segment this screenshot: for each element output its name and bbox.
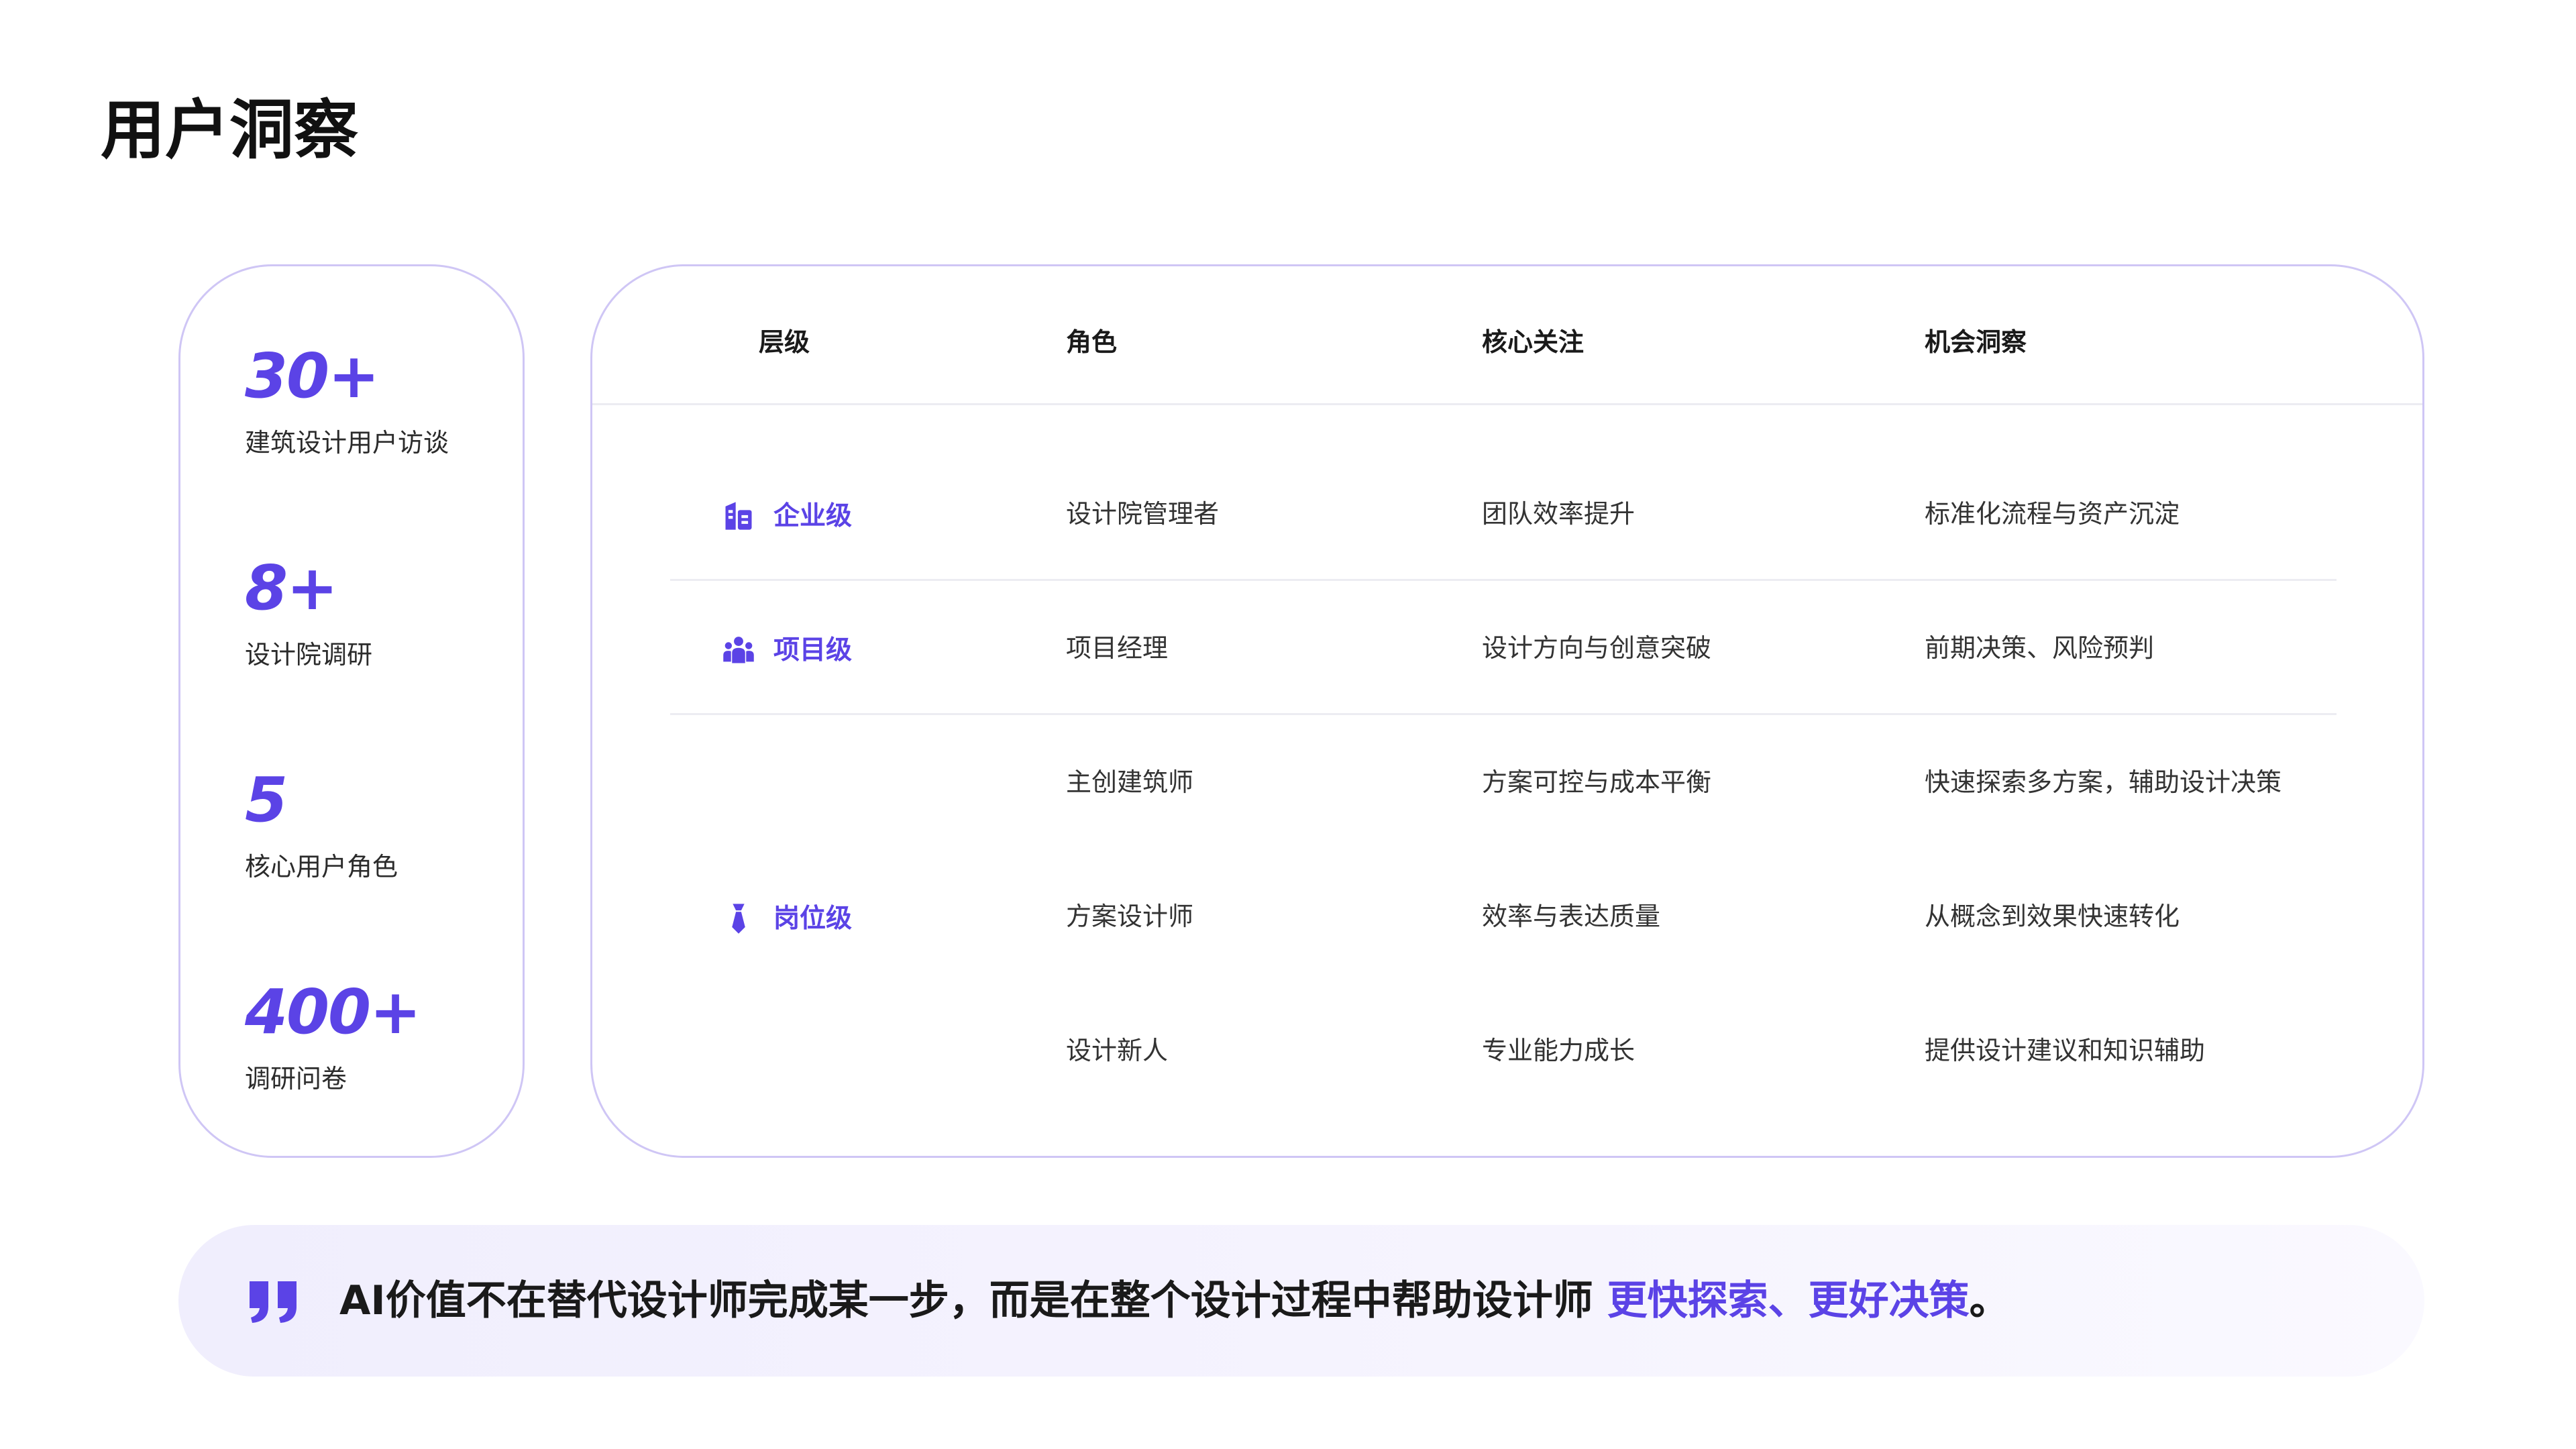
quote-text: AI价值不在替代设计师完成某一步，而是在整个设计过程中帮助设计师 更快探索、更好… bbox=[339, 1281, 2010, 1321]
stats-card: 30+ 建筑设计用户访谈 8+ 设计院调研 5 核心用户角色 400+ 调研问卷 bbox=[178, 264, 525, 1158]
building-icon bbox=[725, 502, 752, 530]
quote-body: AI价值不在替代设计师完成某一步，而是在整个设计过程中帮助设计师 bbox=[339, 1277, 1607, 1324]
team-icon bbox=[723, 637, 754, 663]
cell-focus: 专业能力成长 bbox=[1482, 1036, 1635, 1065]
stat-value: 5 bbox=[245, 764, 288, 836]
cell-role: 设计院管理者 bbox=[1066, 499, 1220, 529]
cell-insight: 从概念到效果快速转化 bbox=[1925, 902, 2180, 931]
cell-insight: 标准化流程与资产沉淀 bbox=[1925, 499, 2180, 529]
stat-roles: 5 核心用户角色 bbox=[245, 764, 398, 881]
cell-focus: 设计方向与创意突破 bbox=[1482, 633, 1712, 663]
level-label: 岗位级 bbox=[773, 903, 853, 934]
insight-table: 层级 角色 核心关注 机会洞察 企业级 项目级 岗位级 设计院管理者 团队效率提… bbox=[590, 264, 2424, 1158]
cell-focus: 方案可控与成本平衡 bbox=[1482, 767, 1712, 797]
stat-label: 调研问卷 bbox=[245, 1064, 347, 1093]
stat-institutes: 8+ 设计院调研 bbox=[245, 552, 373, 669]
cell-role: 方案设计师 bbox=[1066, 902, 1194, 931]
cell-insight: 快速探索多方案，辅助设计决策 bbox=[1925, 767, 2282, 797]
cell-insight: 提供设计建议和知识辅助 bbox=[1925, 1036, 2206, 1065]
cell-role: 设计新人 bbox=[1066, 1036, 1169, 1065]
level-project: 项目级 bbox=[721, 633, 852, 667]
header-insight: 机会洞察 bbox=[1925, 327, 2027, 357]
header-focus: 核心关注 bbox=[1482, 327, 1585, 357]
quote-banner: AI价值不在替代设计师完成某一步，而是在整个设计过程中帮助设计师 更快探索、更好… bbox=[178, 1225, 2424, 1377]
page-title: 用户洞察 bbox=[101, 93, 358, 168]
tie-icon bbox=[732, 904, 745, 934]
cell-focus: 效率与表达质量 bbox=[1482, 902, 1661, 931]
row-divider bbox=[670, 579, 2337, 581]
stat-interviews: 30+ 建筑设计用户访谈 bbox=[245, 340, 449, 458]
level-position: 岗位级 bbox=[721, 901, 852, 936]
level-label: 企业级 bbox=[773, 500, 853, 531]
quote-highlight: 更快探索、更好决策 bbox=[1607, 1277, 1970, 1324]
stat-label: 核心用户角色 bbox=[245, 852, 398, 881]
cell-role: 主创建筑师 bbox=[1066, 767, 1194, 797]
stat-label: 设计院调研 bbox=[245, 640, 373, 669]
row-divider bbox=[670, 713, 2337, 715]
level-label: 项目级 bbox=[773, 635, 853, 665]
quote-end: 。 bbox=[1969, 1277, 2010, 1324]
stat-label: 建筑设计用户访谈 bbox=[245, 428, 449, 458]
quote-icon bbox=[250, 1281, 297, 1323]
stat-value: 8+ bbox=[245, 552, 338, 624]
cell-insight: 前期决策、风险预判 bbox=[1925, 633, 2155, 663]
stat-value: 30+ bbox=[245, 340, 380, 412]
header-divider bbox=[592, 403, 2422, 405]
stat-value: 400+ bbox=[245, 976, 421, 1048]
cell-focus: 团队效率提升 bbox=[1482, 499, 1635, 529]
level-enterprise: 企业级 bbox=[721, 498, 852, 533]
stat-surveys: 400+ 调研问卷 bbox=[245, 976, 421, 1093]
header-role: 角色 bbox=[1066, 327, 1118, 357]
header-level: 层级 bbox=[759, 327, 810, 357]
cell-role: 项目经理 bbox=[1066, 633, 1169, 663]
